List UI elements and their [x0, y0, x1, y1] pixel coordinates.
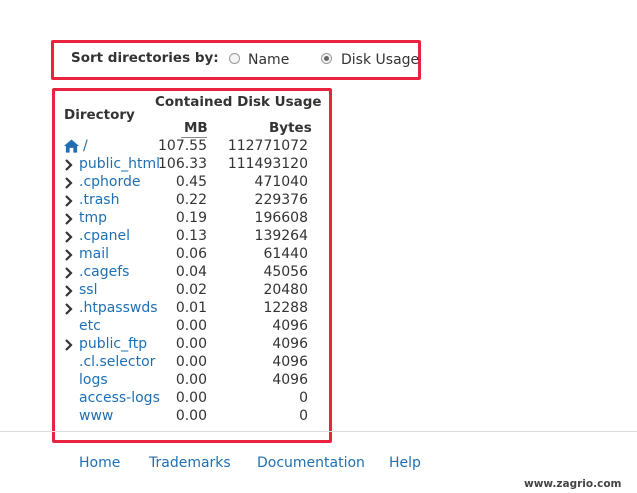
bytes-value: 45056 [263, 264, 308, 280]
directory-link[interactable]: .trash [79, 192, 119, 208]
bytes-value: 471040 [254, 174, 308, 190]
bytes-value: 20480 [263, 282, 308, 298]
table-row: .cphorde 0.45 471040 [0, 174, 637, 192]
chevron-right-icon[interactable] [64, 284, 74, 298]
directory-link[interactable]: .cl.selector [79, 354, 155, 370]
chevron-right-icon[interactable] [64, 338, 74, 352]
directory-link[interactable]: / [83, 138, 88, 154]
bytes-value: 4096 [272, 354, 308, 370]
chevron-right-icon[interactable] [64, 230, 74, 244]
table-row: ssl 0.02 20480 [0, 282, 637, 300]
directory-link[interactable]: ssl [79, 282, 97, 298]
footer-trademarks-link[interactable]: Trademarks [149, 455, 231, 471]
directory-link[interactable]: www [79, 408, 113, 424]
mb-value: 0.00 [175, 336, 207, 352]
bytes-value: 111493120 [227, 156, 308, 172]
directory-link[interactable]: mail [79, 246, 109, 262]
directory-link[interactable]: etc [79, 318, 101, 334]
bytes-value: 61440 [263, 246, 308, 262]
directory-link[interactable]: access-logs [79, 390, 160, 406]
table-row: .cpanel 0.13 139264 [0, 228, 637, 246]
sort-name-label[interactable]: Name [248, 52, 289, 68]
mb-value: 0.04 [175, 264, 207, 280]
chevron-right-icon[interactable] [64, 212, 74, 226]
table-row: www 0.00 0 [0, 408, 637, 426]
mb-value: 0.19 [175, 210, 207, 226]
mb-value: 0.45 [175, 174, 207, 190]
table-row: tmp 0.19 196608 [0, 210, 637, 228]
bytes-value: 196608 [254, 210, 308, 226]
table-row: .cagefs 0.04 45056 [0, 264, 637, 282]
bytes-value: 12288 [263, 300, 308, 316]
directory-link[interactable]: public_html [79, 156, 160, 172]
chevron-right-icon[interactable] [64, 176, 74, 190]
table-row: access-logs 0.00 0 [0, 390, 637, 408]
directory-link[interactable]: .cagefs [79, 264, 129, 280]
footer-documentation-link[interactable]: Documentation [257, 455, 365, 471]
bytes-value: 139264 [254, 228, 308, 244]
table-row: mail 0.06 61440 [0, 246, 637, 264]
bytes-value: 4096 [272, 372, 308, 388]
chevron-right-icon[interactable] [64, 266, 74, 280]
directory-link[interactable]: .cpanel [79, 228, 130, 244]
mb-value: 0.00 [175, 318, 207, 334]
bytes-value: 4096 [272, 336, 308, 352]
mb-value: 0.00 [175, 408, 207, 424]
footer-divider [0, 431, 637, 432]
table-row: / 107.55 112771072 [0, 138, 637, 156]
mb-value: 107.55 [158, 138, 207, 154]
table-row: etc 0.00 4096 [0, 318, 637, 336]
home-icon[interactable] [64, 139, 79, 153]
mb-value: 0.01 [175, 300, 207, 316]
bytes-value: 0 [299, 390, 308, 406]
bytes-value: 229376 [254, 192, 308, 208]
mb-value: 0.06 [175, 246, 207, 262]
directory-link[interactable]: .htpasswds [79, 300, 158, 316]
table-row: public_html 106.33 111493120 [0, 156, 637, 174]
directory-link[interactable]: .cphorde [79, 174, 140, 190]
mb-value: 106.33 [158, 156, 207, 172]
directory-header: Directory [64, 107, 135, 123]
mb-header: MB [184, 120, 208, 136]
footer-help-link[interactable]: Help [389, 455, 421, 471]
directory-link[interactable]: public_ftp [79, 336, 147, 352]
chevron-right-icon[interactable] [64, 302, 74, 316]
watermark: www.zagrio.com [524, 478, 622, 490]
sort-disk-usage-radio[interactable] [321, 53, 332, 64]
mb-value: 0.00 [175, 354, 207, 370]
mb-value: 0.13 [175, 228, 207, 244]
sort-disk-usage-label[interactable]: Disk Usage [341, 52, 419, 68]
chevron-right-icon[interactable] [64, 194, 74, 208]
contained-disk-usage-header: Contained Disk Usage [155, 94, 322, 110]
bytes-value: 4096 [272, 318, 308, 334]
chevron-right-icon[interactable] [64, 248, 74, 262]
table-row: .cl.selector 0.00 4096 [0, 354, 637, 372]
mb-value: 0.02 [175, 282, 207, 298]
table-row: .trash 0.22 229376 [0, 192, 637, 210]
chevron-right-icon[interactable] [64, 158, 74, 172]
directory-link[interactable]: tmp [79, 210, 107, 226]
bytes-value: 0 [299, 408, 308, 424]
mb-value: 0.00 [175, 372, 207, 388]
directory-link[interactable]: logs [79, 372, 108, 388]
sort-label: Sort directories by: [71, 50, 219, 66]
sort-name-radio[interactable] [229, 53, 240, 64]
bytes-header: Bytes [269, 120, 312, 136]
bytes-value: 112771072 [227, 138, 308, 154]
table-row: public_ftp 0.00 4096 [0, 336, 637, 354]
table-row: logs 0.00 4096 [0, 372, 637, 390]
mb-value: 0.22 [175, 192, 207, 208]
mb-value: 0.00 [175, 390, 207, 406]
footer-home-link[interactable]: Home [79, 455, 120, 471]
table-row: .htpasswds 0.01 12288 [0, 300, 637, 318]
